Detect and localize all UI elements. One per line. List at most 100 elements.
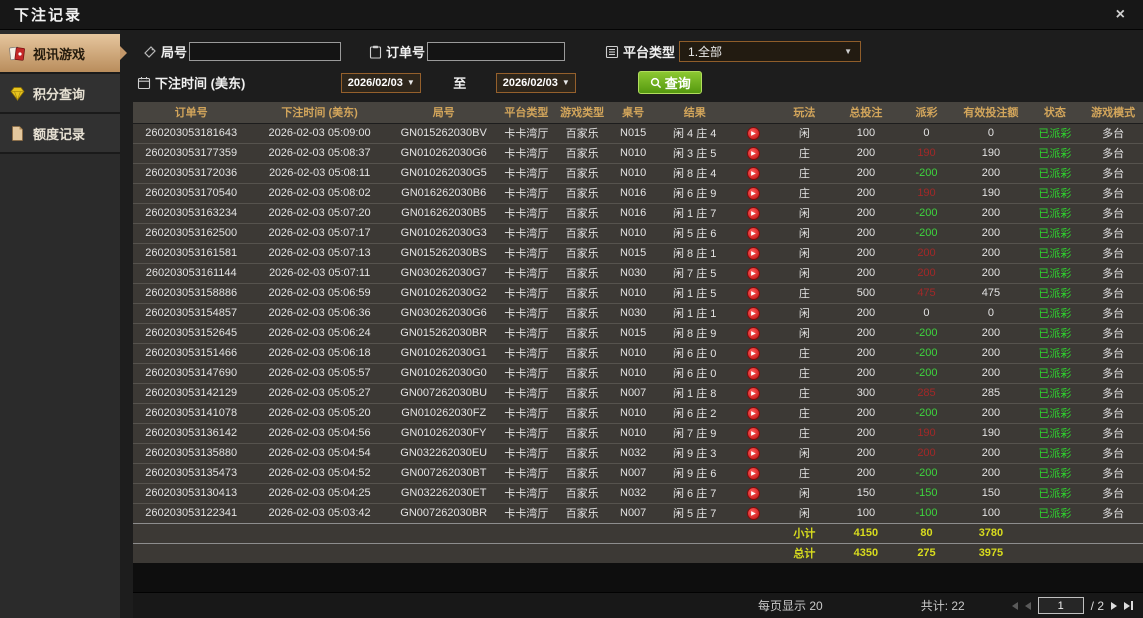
cell-method: 闲 — [774, 202, 835, 223]
cell-game: 百家乐 — [555, 362, 610, 383]
next-page-icon[interactable] — [1111, 601, 1117, 610]
table-row[interactable]: 260203053152645 2026-02-03 05:06:24 GN0152… — [133, 322, 1143, 343]
first-page-icon[interactable] — [1011, 601, 1018, 610]
order-number-input[interactable] — [427, 42, 566, 61]
table-row[interactable]: 260203053136142 2026-02-03 05:04:56 GN0102… — [133, 422, 1143, 443]
table-row[interactable]: 260203053147690 2026-02-03 05:05:57 GN0102… — [133, 362, 1143, 383]
play-video-icon[interactable]: ▶ — [746, 267, 760, 280]
cell-video: ▶ — [732, 123, 775, 143]
subtotal-spacer-end — [1026, 522, 1143, 543]
play-video-icon[interactable]: ▶ — [746, 487, 760, 500]
records-table-zone: 订单号 下注时间 (美东) 局号 平台类型 游戏类型 桌号 结果 玩法 总投注 派彩 有效投注额 状态… — [133, 102, 1143, 592]
close-icon[interactable]: × — [1112, 6, 1129, 24]
last-page-icon[interactable] — [1124, 601, 1133, 610]
cell-mode: 多台 — [1083, 202, 1143, 223]
play-video-icon[interactable]: ▶ — [746, 347, 760, 360]
cell-mode: 多台 — [1083, 262, 1143, 283]
table-row[interactable]: 260203053161144 2026-02-03 05:07:11 GN0302… — [133, 262, 1143, 283]
cell-platform: 卡卡湾厅 — [497, 342, 556, 363]
play-video-icon[interactable]: ▶ — [746, 467, 760, 480]
table-row[interactable]: 260203053151466 2026-02-03 05:06:18 GN0102… — [133, 342, 1143, 363]
table-row[interactable]: 260203053170540 2026-02-03 05:08:02 GN0162… — [133, 182, 1143, 203]
table-row[interactable]: 260203053122341 2026-02-03 05:03:42 GN0072… — [133, 502, 1143, 523]
play-video-icon[interactable]: ▶ — [746, 447, 760, 460]
cell-round: GN007262030BR — [389, 502, 498, 523]
cell-video: ▶ — [732, 462, 775, 483]
table-row[interactable]: 260203053177359 2026-02-03 05:08:37 GN0102… — [133, 142, 1143, 163]
cell-status: 已派彩 — [1026, 123, 1084, 143]
table-row[interactable]: 260203053141078 2026-02-03 05:05:20 GN0102… — [133, 402, 1143, 423]
sidebar-item-quota-records[interactable]: 额度记录 — [0, 114, 120, 154]
play-video-icon[interactable]: ▶ — [746, 327, 760, 340]
cell-game: 百家乐 — [555, 382, 610, 403]
table-row[interactable]: 260203053142129 2026-02-03 05:05:27 GN0072… — [133, 382, 1143, 403]
date-to-picker[interactable]: 2026/02/03 ▼ — [496, 72, 577, 93]
play-video-icon[interactable]: ▶ — [746, 207, 760, 220]
cell-payout: 475 — [897, 282, 956, 303]
play-video-icon[interactable]: ▶ — [746, 167, 760, 180]
table-row[interactable]: 260203053130413 2026-02-03 05:04:25 GN0322… — [133, 482, 1143, 503]
cell-valid: 0 — [955, 123, 1027, 143]
table-row[interactable]: 260203053154857 2026-02-03 05:06:36 GN0302… — [133, 302, 1143, 323]
cell-order: 260203053161144 — [133, 262, 250, 283]
cell-round: GN016262030B5 — [389, 202, 498, 223]
cell-total: 200 — [834, 322, 898, 343]
cell-table: N016 — [609, 202, 658, 223]
table-row[interactable]: 260203053163234 2026-02-03 05:07:20 GN0162… — [133, 202, 1143, 223]
play-video-icon[interactable]: ▶ — [746, 407, 760, 420]
table-row[interactable]: 260203053181643 2026-02-03 05:09:00 GN0152… — [133, 123, 1143, 143]
cell-payout: 190 — [897, 182, 956, 203]
table-row[interactable]: 260203053135880 2026-02-03 05:04:54 GN0322… — [133, 442, 1143, 463]
grand-total-row: 总计 4350 275 3975 — [133, 542, 1143, 563]
play-video-icon[interactable]: ▶ — [746, 187, 760, 200]
table-row[interactable]: 260203053172036 2026-02-03 05:08:11 GN0102… — [133, 162, 1143, 183]
cell-status: 已派彩 — [1026, 342, 1084, 363]
table-row[interactable]: 260203053161581 2026-02-03 05:07:13 GN0152… — [133, 242, 1143, 263]
bet-time-label-group: 下注时间 (美东) — [137, 73, 245, 92]
cell-method: 闲 — [774, 242, 835, 263]
cell-order: 260203053177359 — [133, 142, 250, 163]
play-video-icon[interactable]: ▶ — [746, 147, 760, 160]
cell-table: N007 — [609, 502, 658, 523]
cell-payout: 190 — [897, 142, 956, 163]
cell-valid: 200 — [955, 202, 1027, 223]
main-panel: 局号 订单号 平台类型 1.全部 ▼ 下注时间 (美东) 2026/02/03 … — [120, 30, 1143, 618]
cell-table: N010 — [609, 362, 658, 383]
sidebar-item-points-query[interactable]: 积分查询 — [0, 74, 120, 114]
play-video-icon[interactable]: ▶ — [746, 227, 760, 240]
sidebar-item-video-games[interactable]: 视讯游戏 — [0, 34, 127, 74]
play-video-icon[interactable]: ▶ — [746, 387, 760, 400]
col-header-valid: 有效投注额 — [955, 102, 1027, 124]
cards-icon — [9, 46, 25, 61]
cell-payout: -200 — [897, 462, 956, 483]
play-video-icon[interactable]: ▶ — [746, 127, 760, 140]
query-button[interactable]: 查询 — [638, 71, 703, 94]
play-video-icon[interactable]: ▶ — [746, 427, 760, 440]
cell-round: GN015262030BR — [389, 322, 498, 343]
play-video-icon[interactable]: ▶ — [746, 507, 760, 520]
col-header-order: 订单号 — [133, 102, 250, 124]
page-number-input[interactable] — [1037, 597, 1084, 614]
cell-valid: 190 — [955, 142, 1027, 163]
cell-round: GN010262030G1 — [389, 342, 498, 363]
platform-type-select[interactable]: 1.全部 ▼ — [679, 41, 862, 62]
round-number-input[interactable] — [189, 42, 342, 61]
prev-page-icon[interactable] — [1024, 601, 1031, 610]
play-video-icon[interactable]: ▶ — [746, 247, 760, 260]
table-row[interactable]: 260203053162500 2026-02-03 05:07:17 GN0102… — [133, 222, 1143, 243]
cell-total: 200 — [834, 242, 898, 263]
table-row[interactable]: 260203053158886 2026-02-03 05:06:59 GN0102… — [133, 282, 1143, 303]
cell-result: 闲 6 庄 7 — [657, 482, 733, 503]
tag-icon — [144, 45, 156, 58]
round-number-label: 局号 — [161, 45, 188, 60]
cell-valid: 190 — [955, 422, 1027, 443]
cell-time: 2026-02-03 05:05:57 — [249, 362, 390, 383]
date-from-picker[interactable]: 2026/02/03 ▼ — [341, 72, 422, 93]
play-video-icon[interactable]: ▶ — [746, 307, 760, 320]
col-header-result: 结果 — [657, 102, 733, 124]
play-video-icon[interactable]: ▶ — [746, 367, 760, 380]
play-video-icon[interactable]: ▶ — [746, 287, 760, 300]
cell-platform: 卡卡湾厅 — [497, 162, 556, 183]
table-row[interactable]: 260203053135473 2026-02-03 05:04:52 GN0072… — [133, 462, 1143, 483]
cell-game: 百家乐 — [555, 342, 610, 363]
